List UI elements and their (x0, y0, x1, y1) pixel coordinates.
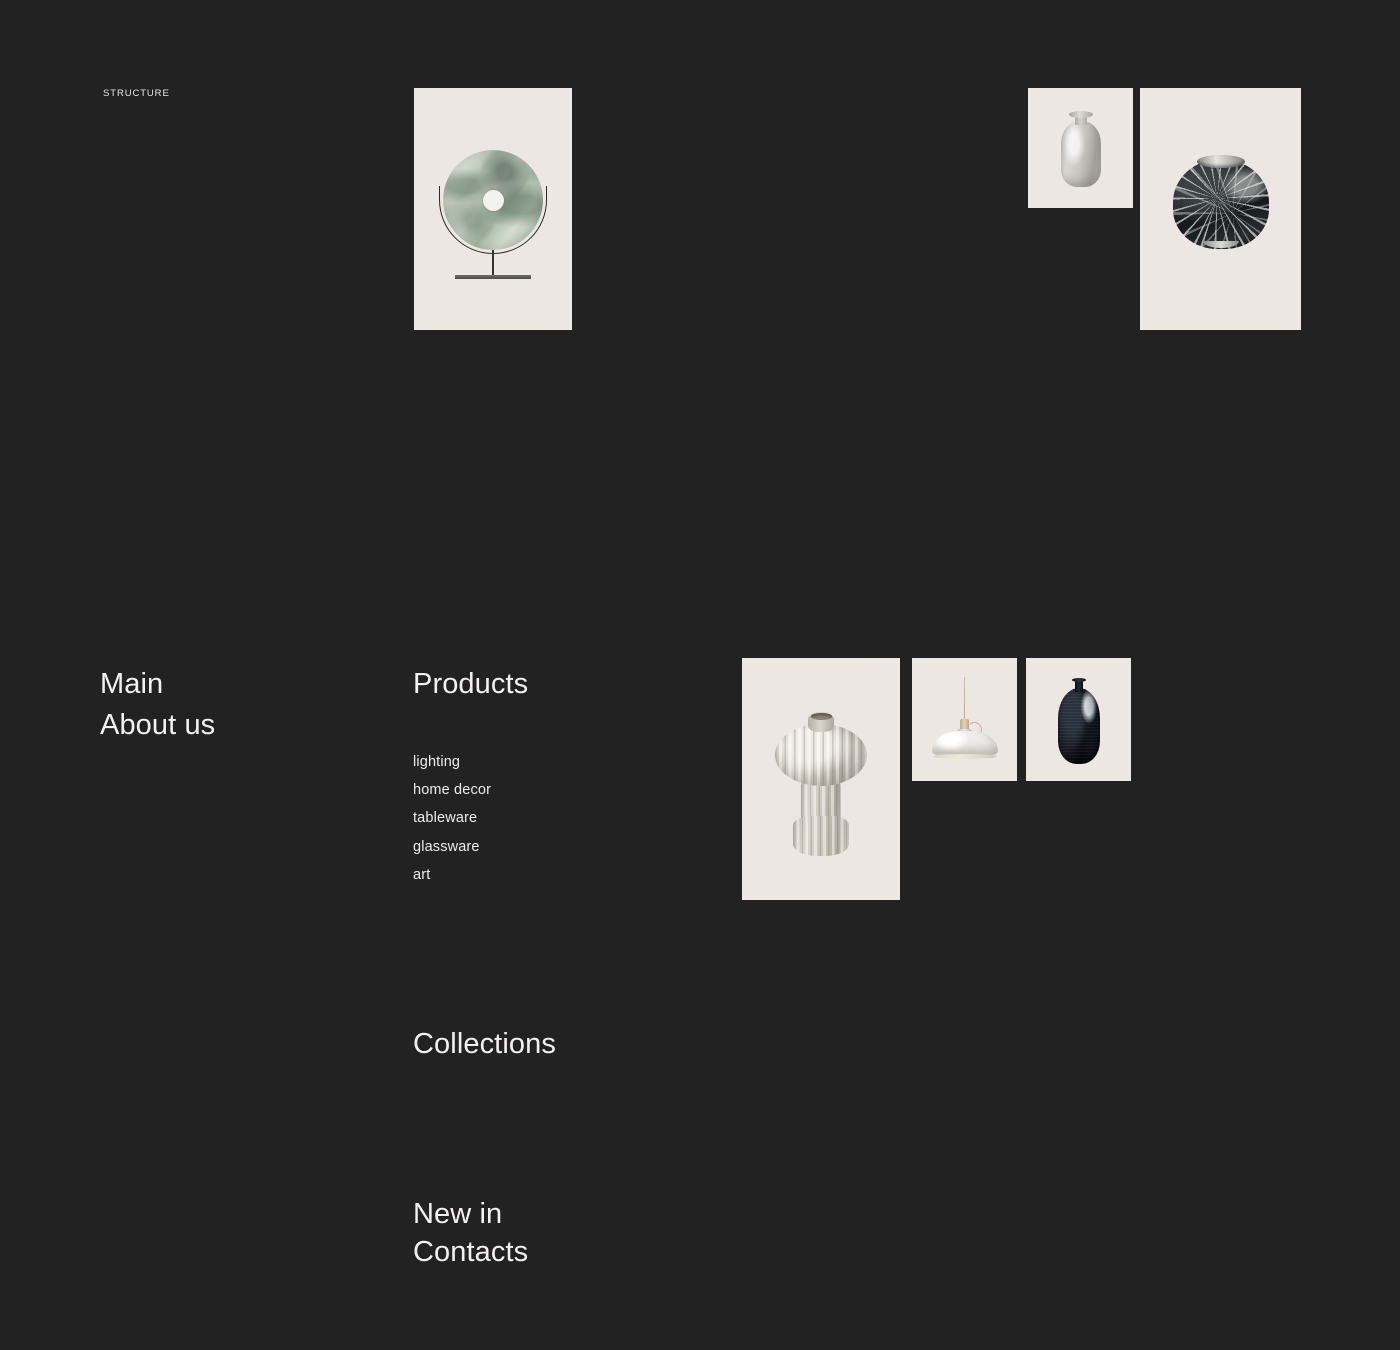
jade-disc-illustration (414, 88, 572, 330)
mushroom-vase-illustration (742, 658, 900, 900)
nav-subitem-glassware[interactable]: glassware (413, 833, 491, 861)
nav-subitem-tableware[interactable]: tableware (413, 804, 491, 832)
black-swirl-vase-illustration (1140, 88, 1301, 330)
nav-products-group: Products (413, 664, 713, 705)
gallery-card-black-swirl-vase[interactable] (1140, 88, 1301, 330)
gallery-card-navy-vase[interactable] (1026, 658, 1131, 781)
disc-stand-base (455, 275, 531, 280)
grey-vase-icon (1060, 109, 1101, 187)
nav-subitem-home-decor[interactable]: home decor (413, 776, 491, 804)
nav-subitem-art[interactable]: art (413, 861, 491, 889)
brand-logo[interactable]: STRUCTURE (103, 88, 170, 99)
swirl-vase-icon (1172, 145, 1269, 249)
small-grey-vase-illustration (1028, 88, 1133, 208)
nav-item-collections[interactable]: Collections (413, 1024, 556, 1065)
gallery-card-pendant-lamp[interactable] (912, 658, 1017, 781)
gallery-card-mushroom-vase[interactable] (742, 658, 900, 900)
disc-stand-ring (439, 186, 547, 255)
nav-item-main[interactable]: Main (100, 664, 380, 705)
nav-item-about-us[interactable]: About us (100, 705, 380, 746)
nav-item-products[interactable]: Products (413, 664, 713, 705)
pendant-lamp-illustration (912, 658, 1017, 781)
gallery-card-jade-disc[interactable] (414, 88, 572, 330)
nav-item-new-in[interactable]: New in (413, 1194, 502, 1235)
nav-products-sublist: lighting home decor tableware glassware … (413, 748, 491, 889)
fluted-vase-icon (775, 708, 867, 857)
navy-vase-icon (1057, 677, 1100, 764)
disc-stand-post (492, 250, 494, 277)
page-root: STRUCTURE Main About us Products lightin… (0, 0, 1400, 1350)
nav-primary-left: Main About us (100, 664, 380, 746)
navy-vase-illustration (1026, 658, 1131, 781)
gallery-card-small-grey-vase[interactable] (1028, 88, 1133, 208)
nav-item-contacts[interactable]: Contacts (413, 1232, 528, 1273)
nav-subitem-lighting[interactable]: lighting (413, 748, 491, 776)
pendant-lamp-icon (930, 676, 1000, 763)
